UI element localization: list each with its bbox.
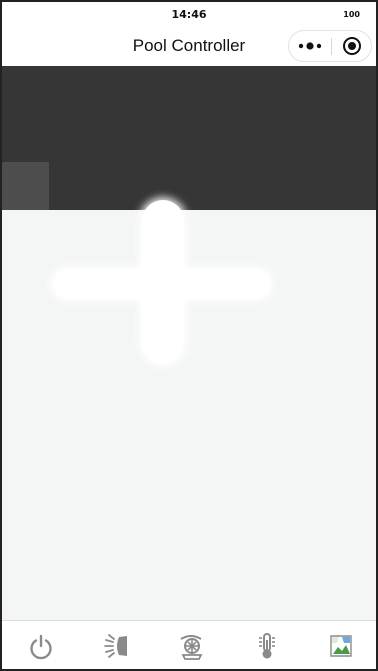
app-frame: 14:46 100 Pool Controller: [0, 0, 378, 671]
side-tab[interactable]: [2, 162, 49, 210]
header-banner: [2, 66, 376, 210]
status-bar: 14:46 100: [2, 2, 376, 26]
broken-image-icon: [330, 635, 352, 657]
tab-power[interactable]: [26, 631, 56, 661]
more-dots-icon: [298, 42, 322, 50]
target-circle-icon: [343, 37, 361, 55]
close-button[interactable]: [332, 31, 372, 61]
bottom-tab-bar: [2, 620, 376, 669]
battery-level: 100: [343, 10, 360, 19]
plus-icon-bar: [53, 269, 271, 299]
thermometer-icon: [259, 633, 275, 659]
tab-light[interactable]: [102, 631, 132, 661]
status-time: 14:46: [171, 8, 207, 21]
more-button[interactable]: [289, 31, 331, 61]
power-icon: [30, 634, 52, 660]
pump-fan-icon: [180, 635, 203, 660]
add-device-button[interactable]: [53, 200, 271, 364]
mini-program-capsule: [288, 30, 372, 62]
tab-temperature[interactable]: [252, 631, 282, 661]
tab-image[interactable]: [326, 631, 356, 661]
nav-bar: Pool Controller: [2, 26, 376, 66]
tab-pump[interactable]: [176, 631, 206, 661]
light-icon: [104, 634, 127, 658]
